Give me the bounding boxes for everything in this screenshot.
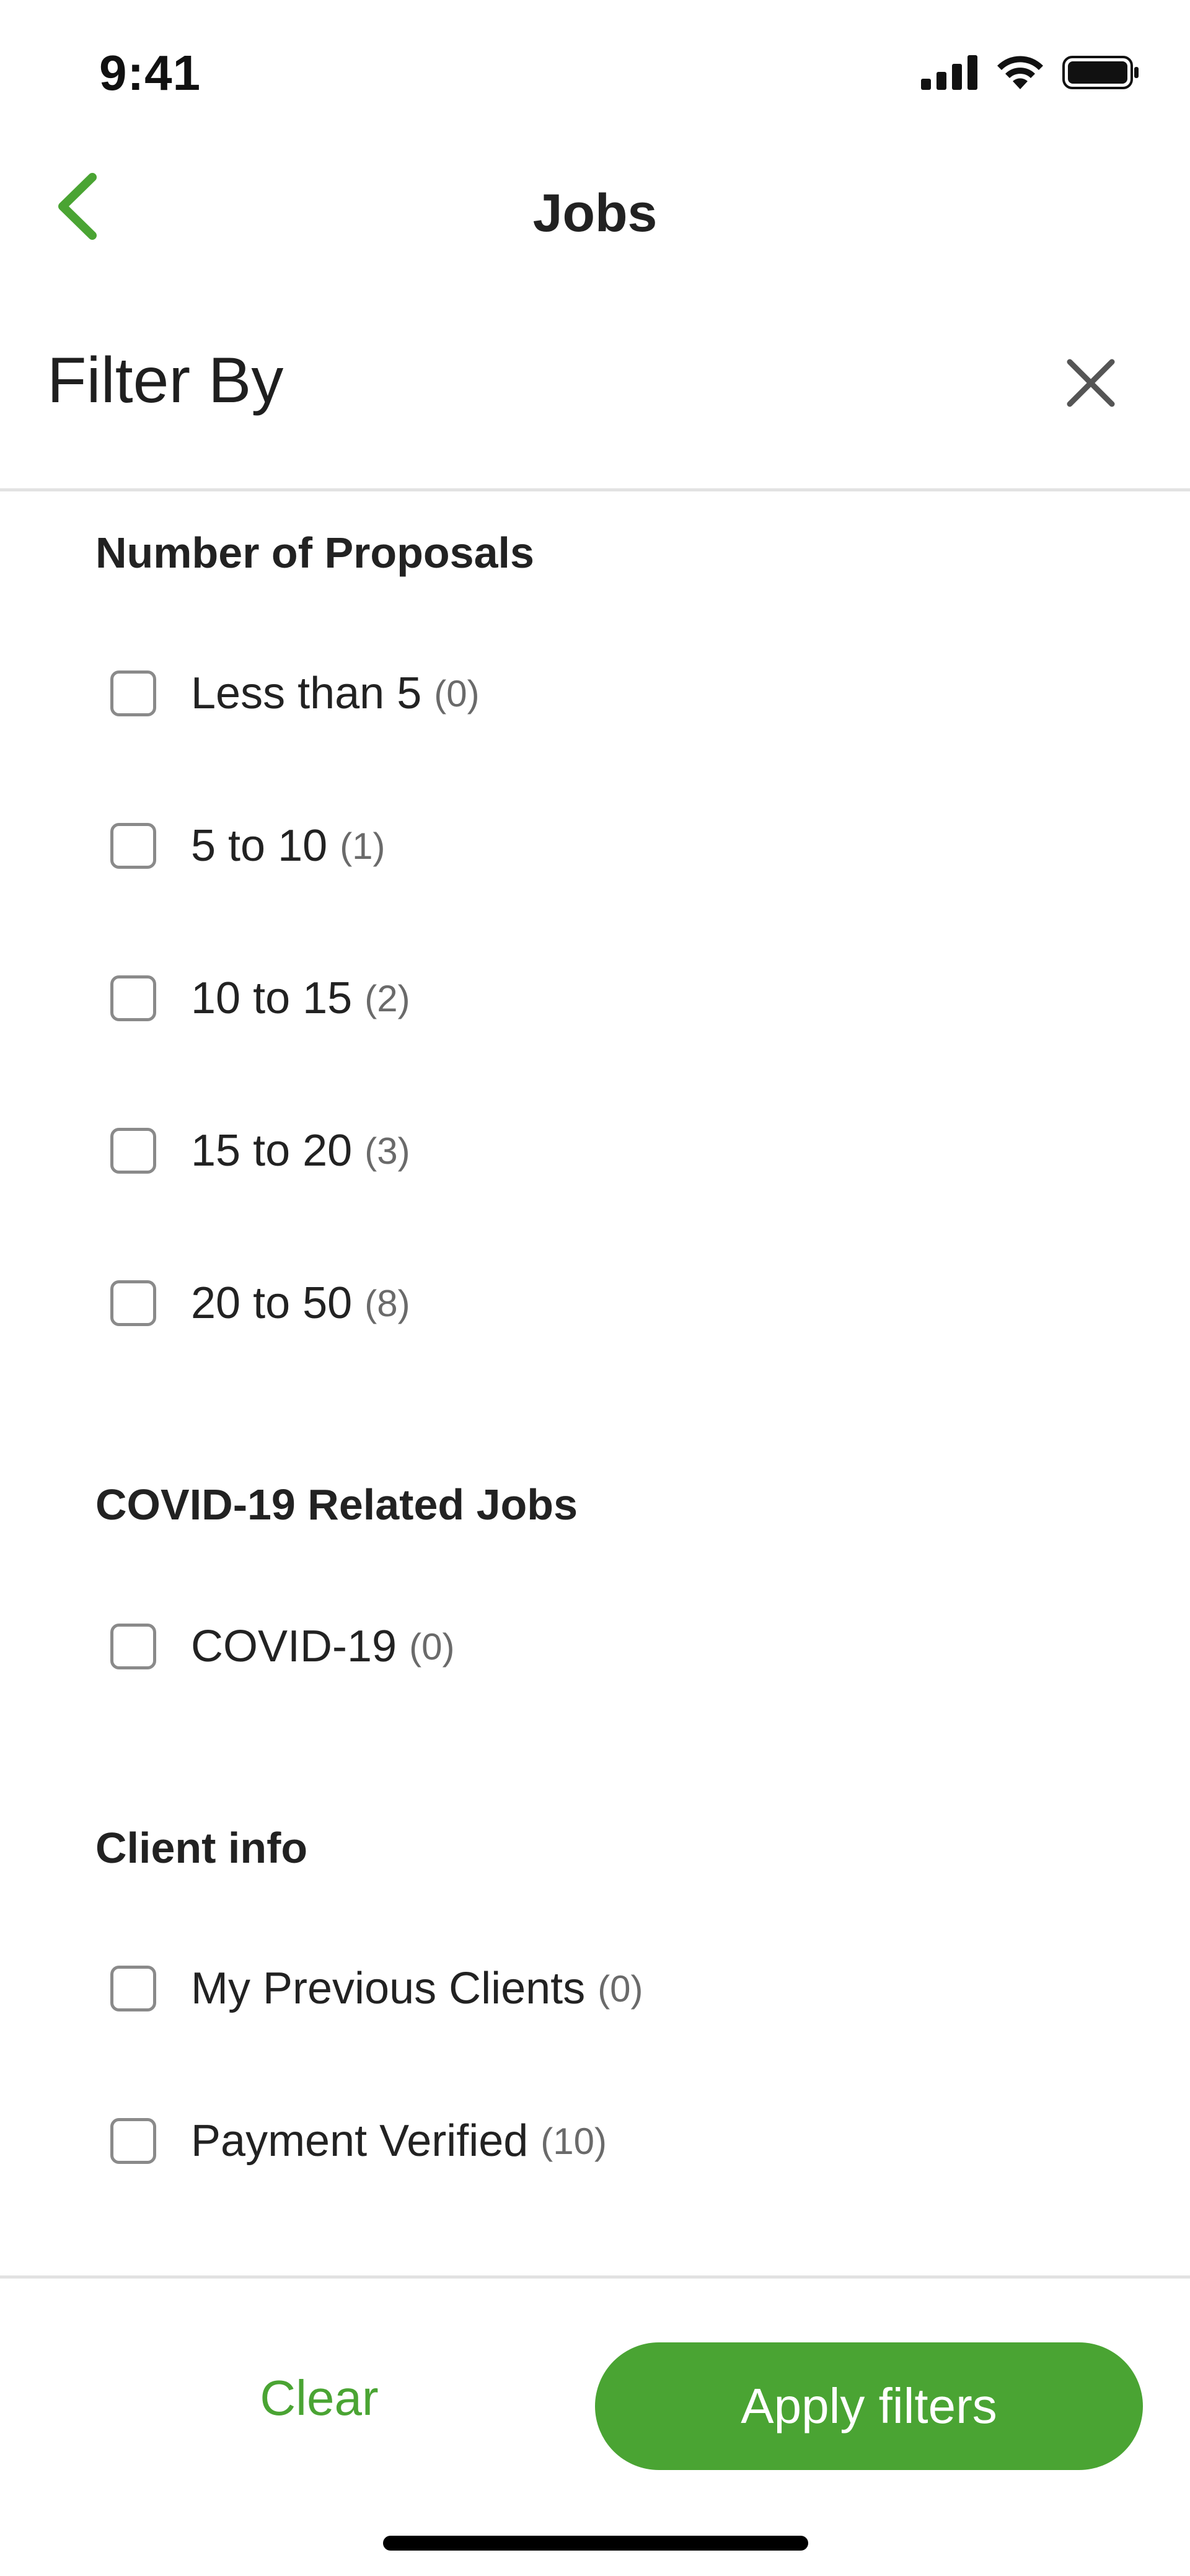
option-label: Payment Verified [191, 2116, 529, 2166]
option-count: (3) [364, 1130, 410, 1172]
option-label: 10 to 15 [191, 974, 353, 1023]
option-count: (0) [434, 672, 480, 714]
home-indicator [383, 2536, 808, 2551]
section-heading-covid: COVID-19 Related Jobs [95, 1480, 578, 1529]
option-less-than-5[interactable]: Less than 5 (0) [110, 666, 480, 721]
battery-icon [1062, 55, 1140, 94]
header-divider [0, 488, 1190, 491]
checkbox[interactable] [110, 823, 156, 869]
option-covid-19[interactable]: COVID-19 (0) [110, 1619, 454, 1674]
checkbox[interactable] [110, 1280, 156, 1326]
cellular-signal-icon [921, 55, 978, 93]
clear-button[interactable]: Clear [205, 2361, 434, 2435]
option-count: (2) [364, 977, 410, 1019]
status-icons [921, 52, 1140, 95]
option-label: 20 to 50 [191, 1278, 353, 1328]
close-icon [1065, 357, 1117, 412]
checkbox[interactable] [110, 2118, 156, 2164]
option-count: (10) [540, 2120, 607, 2162]
section-heading-proposals: Number of Proposals [95, 529, 534, 577]
option-20-to-50[interactable]: 20 to 50 (8) [110, 1275, 410, 1331]
option-count: (8) [364, 1282, 410, 1324]
checkbox[interactable] [110, 670, 156, 716]
option-count: (1) [340, 825, 386, 867]
option-10-to-15[interactable]: 10 to 15 (2) [110, 970, 410, 1026]
apply-filters-button[interactable]: Apply filters [595, 2342, 1143, 2470]
option-payment-verified[interactable]: Payment Verified (10) [110, 2113, 607, 2169]
checkbox[interactable] [110, 975, 156, 1021]
page-title: Jobs [532, 183, 658, 243]
screen: 9:41 Jobs Filter By Number of Proposals … [0, 0, 1190, 2576]
option-5-to-10[interactable]: 5 to 10 (1) [110, 818, 386, 874]
status-time: 9:41 [99, 45, 201, 100]
option-15-to-20[interactable]: 15 to 20 (3) [110, 1123, 410, 1179]
option-label: 15 to 20 [191, 1126, 353, 1176]
option-my-previous-clients[interactable]: My Previous Clients (0) [110, 1961, 643, 2016]
option-label: 5 to 10 [191, 821, 328, 871]
option-count: (0) [409, 1625, 455, 1668]
footer-divider [0, 2275, 1190, 2279]
checkbox[interactable] [110, 1624, 156, 1669]
option-count: (0) [597, 1967, 643, 2010]
close-button[interactable] [1060, 353, 1122, 415]
checkbox[interactable] [110, 1128, 156, 1174]
option-label: Less than 5 [191, 669, 422, 718]
option-label: COVID-19 [191, 1622, 397, 1671]
section-heading-client-info: Client info [95, 1824, 308, 1872]
checkbox[interactable] [110, 1966, 156, 2011]
wifi-icon [995, 55, 1045, 94]
option-label: My Previous Clients [191, 1964, 586, 2013]
filter-title: Filter By [47, 345, 284, 416]
